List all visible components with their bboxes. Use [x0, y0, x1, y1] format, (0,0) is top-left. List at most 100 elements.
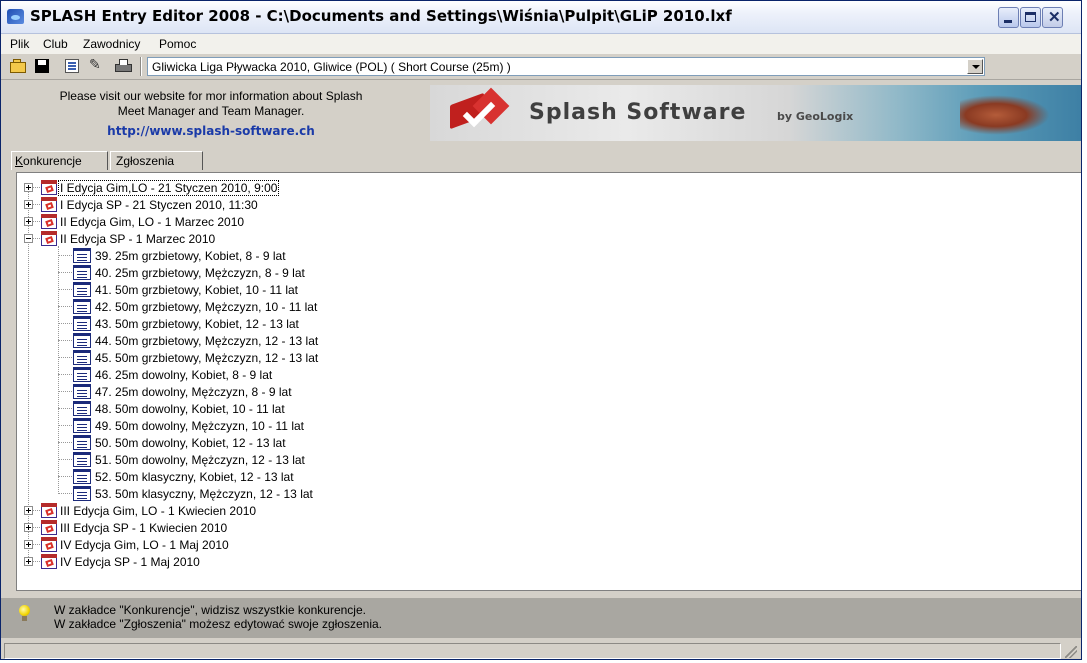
- expand-icon[interactable]: [24, 217, 33, 226]
- tab-zgloszenia-label: Zgłoszenia: [116, 154, 175, 168]
- tab-konkurencje-label: onkurencje: [23, 154, 82, 168]
- session-label: III Edycja Gim, LO - 1 Kwiecien 2010: [60, 504, 257, 518]
- tree-event[interactable]: 45. 50m grzbietowy, Mężczyzn, 12 - 13 la…: [17, 349, 717, 366]
- event-label: 40. 25m grzbietowy, Mężczyzn, 8 - 9 lat: [95, 266, 305, 280]
- event-label: 45. 50m grzbietowy, Mężczyzn, 12 - 13 la…: [95, 351, 319, 365]
- printer-icon[interactable]: [115, 58, 133, 74]
- tree-event[interactable]: 48. 50m dowolny, Kobiet, 10 - 11 lat: [17, 400, 717, 417]
- event-list-icon: [73, 282, 91, 297]
- tree-connector: [58, 306, 72, 307]
- session-label: IV Edycja Gim, LO - 1 Maj 2010: [60, 538, 229, 552]
- tree-connector: [33, 527, 40, 528]
- meet-select[interactable]: Gliwicka Liga Pływacka 2010, Gliwice (PO…: [147, 57, 985, 76]
- event-label: 48. 50m dowolny, Kobiet, 10 - 11 lat: [95, 402, 285, 416]
- toolbar-separator: [140, 57, 142, 76]
- status-field: [4, 643, 1061, 659]
- tools-icon[interactable]: ✎: [89, 56, 107, 72]
- toolbar: ✎ Gliwicka Liga Pływacka 2010, Gliwice (…: [1, 54, 1081, 80]
- brand-sub: by GeoLogix: [777, 110, 854, 123]
- tab-konkurencje[interactable]: Konkurencje: [11, 151, 108, 170]
- menu-pomoc[interactable]: Pomoc: [159, 37, 196, 51]
- tree-event[interactable]: 39. 25m grzbietowy, Kobiet, 8 - 9 lat: [17, 247, 717, 264]
- tab-zgloszenia[interactable]: Zgłoszenia: [110, 151, 203, 170]
- event-label: 44. 50m grzbietowy, Mężczyzn, 12 - 13 la…: [95, 334, 319, 348]
- properties-icon[interactable]: [64, 58, 82, 74]
- event-list-icon: [73, 333, 91, 348]
- tree-connector: [33, 204, 40, 205]
- tree-event[interactable]: 50. 50m dowolny, Kobiet, 12 - 13 lat: [17, 434, 717, 451]
- tree-session[interactable]: IV Edycja SP - 1 Maj 2010: [17, 553, 717, 570]
- close-button[interactable]: ✕: [1042, 7, 1063, 28]
- banner-line-1: Please visit our website for mor informa…: [59, 89, 363, 103]
- tree-event[interactable]: 51. 50m dowolny, Mężczyzn, 12 - 13 lat: [17, 451, 717, 468]
- tree-session[interactable]: II Edycja Gim, LO - 1 Marzec 2010: [17, 213, 717, 230]
- splash-app-icon: [7, 9, 24, 24]
- expand-icon[interactable]: [24, 540, 33, 549]
- session-label: IV Edycja SP - 1 Maj 2010: [60, 555, 200, 569]
- tree-event[interactable]: 44. 50m grzbietowy, Mężczyzn, 12 - 13 la…: [17, 332, 717, 349]
- event-list-icon: [73, 384, 91, 399]
- meet-select-value: Gliwicka Liga Pływacka 2010, Gliwice (PO…: [152, 60, 511, 74]
- splash-banner-image[interactable]: Splash Software by GeoLogix: [430, 85, 1081, 141]
- tree-session[interactable]: I Edycja Gim,LO - 21 Styczen 2010, 9:00: [17, 179, 717, 196]
- collapse-icon[interactable]: [24, 234, 33, 243]
- open-folder-icon[interactable]: [10, 58, 28, 74]
- tree-connector: [58, 272, 72, 273]
- tree-connector: [58, 374, 72, 375]
- tree-session[interactable]: II Edycja SP - 1 Marzec 2010: [17, 230, 717, 247]
- minimize-button[interactable]: [998, 7, 1019, 28]
- session-icon: [41, 180, 57, 195]
- tree-event[interactable]: 42. 50m grzbietowy, Mężczyzn, 10 - 11 la…: [17, 298, 717, 315]
- title-bar[interactable]: SPLASH Entry Editor 2008 - C:\Documents …: [1, 1, 1081, 34]
- tree-session[interactable]: I Edycja SP - 21 Styczen 2010, 11:30: [17, 196, 717, 213]
- session-icon: [41, 231, 57, 246]
- tree-connector: [58, 408, 72, 409]
- menu-plik[interactable]: Plik: [10, 37, 29, 51]
- event-label: 53. 50m klasyczny, Mężczyzn, 12 - 13 lat: [95, 487, 313, 501]
- session-icon: [41, 503, 57, 518]
- menu-zawodnicy[interactable]: Zawodnicy: [83, 37, 140, 51]
- expand-icon[interactable]: [24, 183, 33, 192]
- session-label: III Edycja SP - 1 Kwiecien 2010: [60, 521, 228, 535]
- menu-club[interactable]: Club: [43, 37, 68, 51]
- tree-event[interactable]: 40. 25m grzbietowy, Mężczyzn, 8 - 9 lat: [17, 264, 717, 281]
- tree-session[interactable]: IV Edycja Gim, LO - 1 Maj 2010: [17, 536, 717, 553]
- expand-icon[interactable]: [24, 506, 33, 515]
- expand-icon[interactable]: [24, 557, 33, 566]
- events-tree[interactable]: I Edycja Gim,LO - 21 Styczen 2010, 9:00 I…: [16, 172, 1081, 591]
- tree-event[interactable]: 52. 50m klasyczny, Kobiet, 12 - 13 lat: [17, 468, 717, 485]
- session-label: I Edycja Gim,LO - 21 Styczen 2010, 9:00: [57, 180, 280, 196]
- event-label: 49. 50m dowolny, Mężczyzn, 10 - 11 lat: [95, 419, 304, 433]
- hint-line-1: W zakładce "Konkurencje", widzisz wszyst…: [54, 603, 366, 617]
- event-list-icon: [73, 316, 91, 331]
- event-label: 41. 50m grzbietowy, Kobiet, 10 - 11 lat: [95, 283, 298, 297]
- event-list-icon: [73, 469, 91, 484]
- tree-event[interactable]: 46. 25m dowolny, Kobiet, 8 - 9 lat: [17, 366, 717, 383]
- tree-session[interactable]: III Edycja Gim, LO - 1 Kwiecien 2010: [17, 502, 717, 519]
- chevron-down-icon[interactable]: [967, 59, 983, 74]
- lightbulb-icon: [18, 605, 32, 623]
- expand-icon[interactable]: [24, 200, 33, 209]
- event-list-icon: [73, 299, 91, 314]
- save-disk-icon[interactable]: [34, 58, 52, 74]
- tree-connector: [33, 221, 40, 222]
- event-label: 39. 25m grzbietowy, Kobiet, 8 - 9 lat: [95, 249, 286, 263]
- banner-info: Please visit our website for mor informa…: [1, 89, 421, 119]
- tree-connector: [33, 544, 40, 545]
- tree-event[interactable]: 49. 50m dowolny, Mężczyzn, 10 - 11 lat: [17, 417, 717, 434]
- tree-connector: [58, 323, 72, 324]
- resize-grip-icon[interactable]: [1065, 646, 1077, 658]
- tree-event[interactable]: 41. 50m grzbietowy, Kobiet, 10 - 11 lat: [17, 281, 717, 298]
- session-label: II Edycja Gim, LO - 1 Marzec 2010: [60, 215, 245, 229]
- event-list-icon: [73, 486, 91, 501]
- tree-event[interactable]: 53. 50m klasyczny, Mężczyzn, 12 - 13 lat: [17, 485, 717, 502]
- tree-event[interactable]: 43. 50m grzbietowy, Kobiet, 12 - 13 lat: [17, 315, 717, 332]
- tree-event[interactable]: 47. 25m dowolny, Mężczyzn, 8 - 9 lat: [17, 383, 717, 400]
- close-icon: ✕: [1048, 9, 1061, 26]
- website-link[interactable]: http://www.splash-software.ch: [1, 124, 421, 138]
- maximize-button[interactable]: [1020, 7, 1041, 28]
- event-label: 50. 50m dowolny, Kobiet, 12 - 13 lat: [95, 436, 286, 450]
- tree-session[interactable]: III Edycja SP - 1 Kwiecien 2010: [17, 519, 717, 536]
- expand-icon[interactable]: [24, 523, 33, 532]
- hint-line-2: W zakładce "Zgłoszenia" możesz edytować …: [54, 617, 382, 631]
